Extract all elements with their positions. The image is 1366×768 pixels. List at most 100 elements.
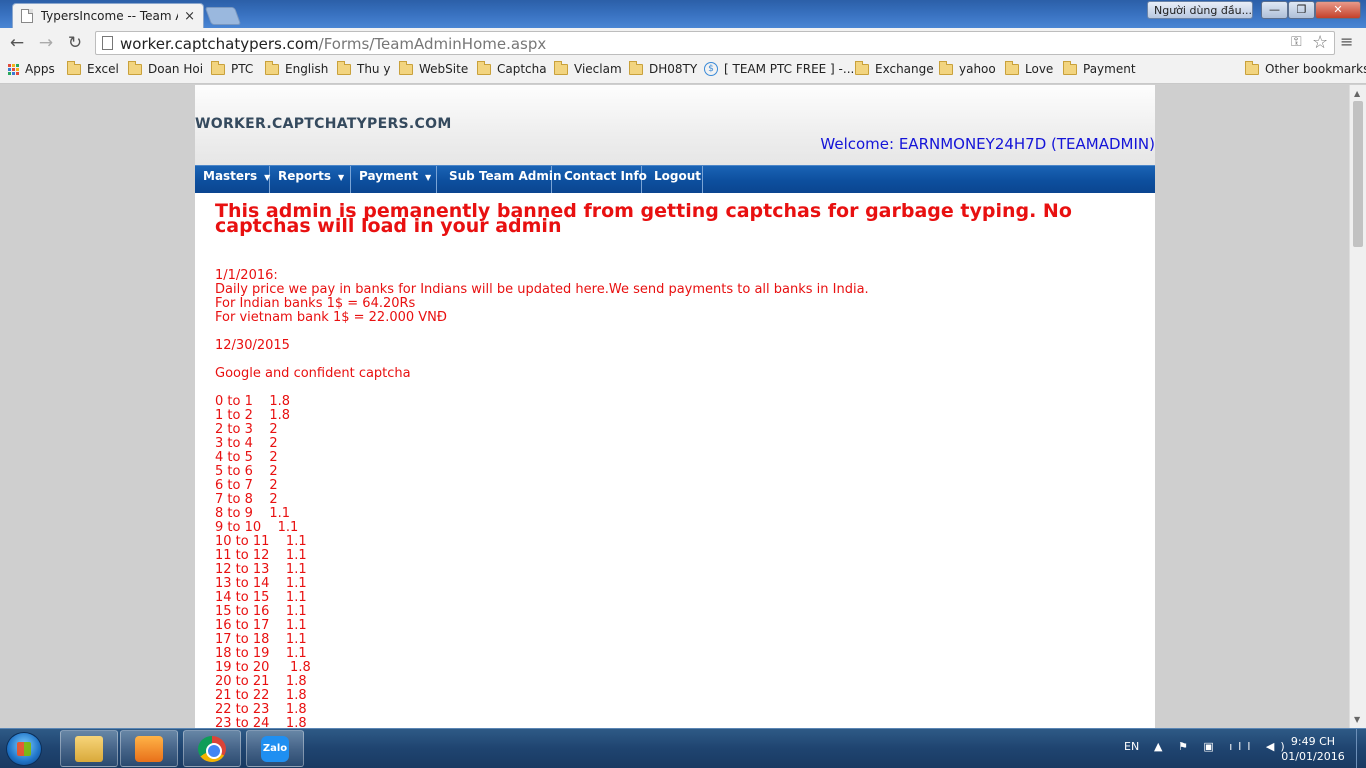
bookmark-label: Excel [87,62,119,76]
media-player-icon [135,736,163,762]
windows-taskbar: Zalo EN ▲ ⚑ ▣ ıll ◀) 9:49 CH 01/01/2016 [0,728,1366,768]
address-bar[interactable]: worker.captchatypers.com/Forms/TeamAdmin… [95,31,1335,55]
bookmark-yahoo[interactable]: yahoo [939,60,996,76]
menu-reports[interactable]: Reports ▼ [270,166,351,193]
bookmark-excel[interactable]: Excel [67,60,119,76]
close-window-button[interactable]: ✕ [1315,1,1361,19]
main-content: This admin is pemanently banned from get… [215,200,1115,729]
ban-notice: This admin is pemanently banned from get… [215,200,1072,237]
folder-icon [629,60,643,75]
folder-icon [67,60,81,75]
menu-label: Masters [203,169,258,183]
bookmarks-bar: Apps Excel Doan Hoi PTC English Thu y We… [0,58,1366,84]
bookmark-ptc[interactable]: PTC [211,60,254,76]
forward-icon[interactable]: → [35,32,57,54]
key-icon[interactable]: ⚿ [1291,34,1302,50]
zalo-icon: Zalo [261,736,289,762]
back-icon[interactable]: ← [6,32,28,54]
chevron-down-icon: ▼ [338,173,345,182]
system-clock[interactable]: 9:49 CH 01/01/2016 [1278,734,1348,764]
bookmark-team-ptc-free[interactable]: $ [ TEAM PTC FREE ] -... [704,62,854,76]
folder-icon [477,60,491,75]
folder-icon [337,60,351,75]
maximize-button[interactable]: ❐ [1288,1,1315,19]
menu-payment[interactable]: Payment ▼ [351,166,437,193]
bookmark-label: yahoo [959,62,996,76]
window-titlebar: TypersIncome -- Team Ad × Người dùng đầu… [0,0,1366,28]
folder-icon [1005,60,1019,75]
chrome-icon [198,736,226,762]
price-notice: 1/1/2016: Daily price we pay in banks fo… [215,268,869,729]
menu-label: Reports [278,169,332,183]
bookmark-thu-y[interactable]: Thu y [337,60,391,76]
clock-date: 01/01/2016 [1281,750,1345,763]
scroll-up-icon[interactable]: ▲ [1354,89,1360,98]
bookmark-label: Other bookmarks [1265,62,1366,76]
bookmark-payment[interactable]: Payment [1063,60,1136,76]
menu-masters[interactable]: Masters ▼ [195,166,270,193]
bookmark-label: Exchange [875,62,934,76]
show-desktop-button[interactable] [1356,729,1366,768]
reload-icon[interactable]: ↻ [64,32,86,54]
folder-icon [399,60,413,75]
bookmark-label: English [285,62,329,76]
bookmark-english[interactable]: English [265,60,329,76]
start-button[interactable] [6,732,42,766]
bookmark-dh08ty[interactable]: DH08TY [629,60,698,76]
folder-icon [211,60,225,75]
taskbar-media-player[interactable] [120,730,178,767]
bookmark-label: WebSite [419,62,469,76]
bookmark-website[interactable]: WebSite [399,60,469,76]
page-info-icon[interactable] [102,36,113,50]
bookmark-captcha[interactable]: Captcha [477,60,547,76]
site-header: WORKER.CAPTCHATYPERS.COM Welcome: EARNMO… [195,85,1155,165]
main-menu: Masters ▼ Reports ▼ Payment ▼ Sub Team Admi… [195,165,1155,193]
bookmark-label: Captcha [497,62,547,76]
profile-button[interactable]: Người dùng đầu... [1147,1,1253,19]
minimize-button[interactable]: — [1261,1,1288,19]
bookmark-label: DH08TY [649,62,698,76]
new-tab-button[interactable] [204,7,242,25]
menu-sub-team-admin[interactable]: Sub Team Admin [437,166,562,193]
bookmark-label: Payment [1083,62,1136,76]
url-text[interactable]: worker.captchatypers.com/Forms/TeamAdmin… [120,35,546,53]
bookmark-label: Love [1025,62,1054,76]
bookmark-label: [ TEAM PTC FREE ] -... [724,62,855,76]
bookmark-star-icon[interactable]: ☆ [1312,32,1328,53]
welcome-text: Welcome: EARNMONEY24H7D (TEAMADMIN) [820,135,1155,153]
bookmark-love[interactable]: Love [1005,60,1054,76]
bookmark-exchange[interactable]: Exchange [855,60,934,76]
bookmark-label: Thu y [357,62,391,76]
menu-logout[interactable]: Logout [642,166,703,193]
folder-icon [75,736,103,762]
system-tray-icons[interactable]: ▲ ⚑ ▣ ıll ◀) [1154,740,1291,753]
language-indicator[interactable]: EN [1124,740,1139,753]
chrome-menu-icon[interactable]: ≡ [1340,32,1353,51]
site-name: WORKER.CAPTCHATYPERS.COM [195,116,452,132]
bookmark-doan-hoi[interactable]: Doan Hoi [128,60,203,76]
taskbar-chrome[interactable] [183,730,241,767]
tab-close-icon[interactable]: × [184,9,195,24]
page-icon [21,9,33,23]
taskbar-zalo[interactable]: Zalo [246,730,304,767]
menu-contact-info[interactable]: Contact Info [552,166,647,193]
bookmark-label: Vieclam [574,62,622,76]
url-path: /Forms/TeamAdminHome.aspx [318,35,547,53]
url-host: worker.captchatypers.com [120,35,319,53]
bookmark-label: PTC [231,62,254,76]
bookmark-other[interactable]: Other bookmarks [1245,60,1366,76]
folder-icon [554,60,568,75]
vertical-scrollbar[interactable]: ▲ ▼ [1349,85,1366,728]
page-viewport: WORKER.CAPTCHATYPERS.COM Welcome: EARNMO… [0,85,1349,728]
browser-tab[interactable]: TypersIncome -- Team Ad × [12,3,204,28]
folder-icon [1063,60,1077,75]
folder-icon [128,60,142,75]
bookmark-label: Apps [25,62,55,76]
scroll-thumb[interactable] [1353,101,1363,247]
folder-icon [855,60,869,75]
taskbar-explorer[interactable] [60,730,118,767]
bookmark-vieclam[interactable]: Vieclam [554,60,622,76]
scroll-down-icon[interactable]: ▼ [1354,715,1360,724]
tab-title: TypersIncome -- Team Ad [40,9,179,23]
bookmark-apps[interactable]: Apps [8,62,55,76]
